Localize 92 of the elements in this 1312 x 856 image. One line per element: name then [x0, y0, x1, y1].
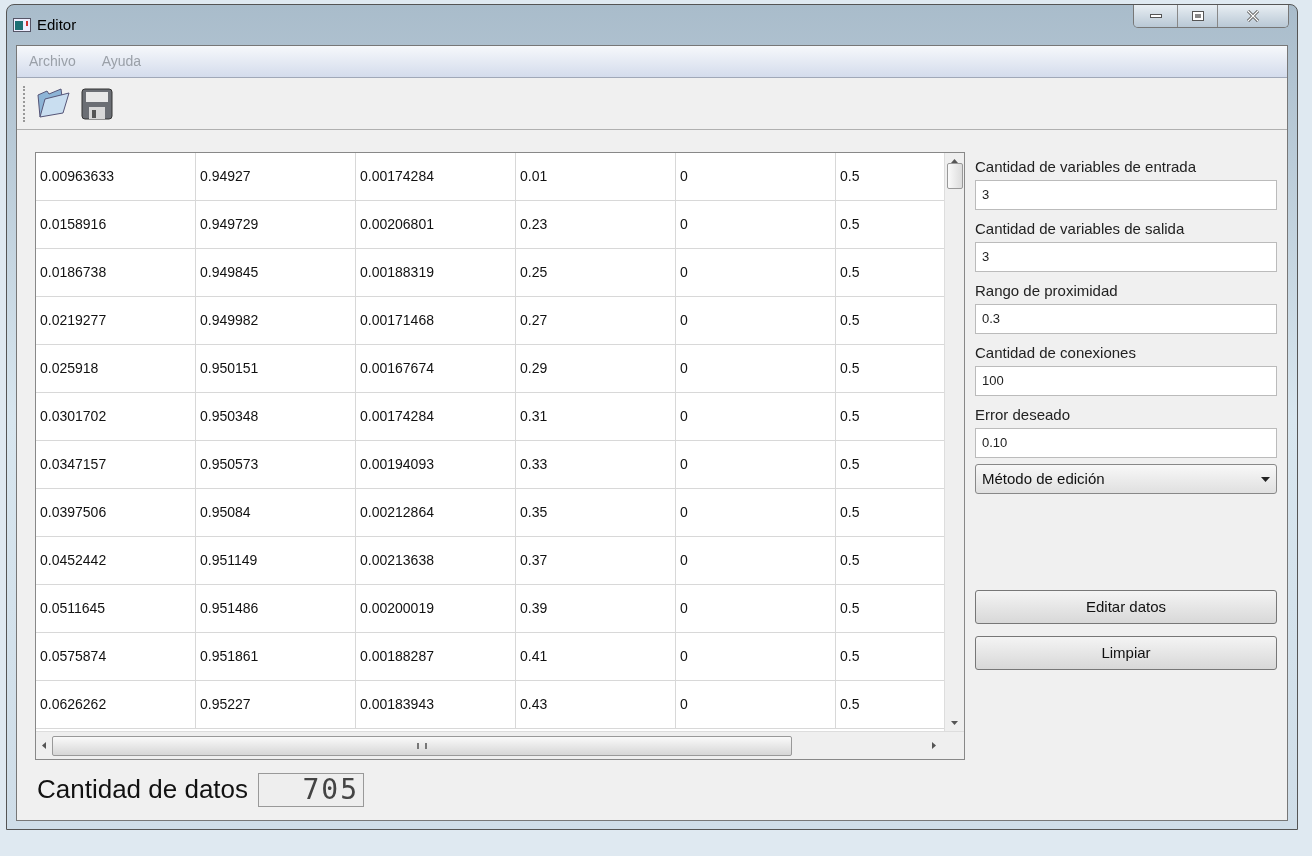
window-title: Editor [37, 14, 77, 35]
table-cell: 0.41 [516, 633, 676, 681]
action-button[interactable]: Editar datos [975, 590, 1277, 624]
input-field[interactable]: 3 [975, 242, 1277, 272]
table-cell: 0.01 [516, 153, 676, 201]
table-cell: 0.00200019 [356, 585, 516, 633]
table-cell: 0.949845 [196, 249, 356, 297]
table-cell: 0 [676, 441, 836, 489]
table-cell: 0.00212864 [356, 489, 516, 537]
table-cell: 0 [676, 249, 836, 297]
save-icon[interactable] [81, 87, 113, 120]
table-cell: 0 [676, 297, 836, 345]
input-field[interactable]: 100 [975, 366, 1277, 396]
table-cell: 0.950573 [196, 441, 356, 489]
table-cell: 0 [676, 633, 836, 681]
table-cell: 0 [676, 585, 836, 633]
table-cell: 0.0626262 [36, 681, 196, 729]
table-cell: 0.0452442 [36, 537, 196, 585]
table-cell: 0.0347157 [36, 441, 196, 489]
table-cell: 0 [676, 681, 836, 729]
table-cell: 0.00174284 [356, 393, 516, 441]
table-cell: 0.00174284 [356, 153, 516, 201]
table-cell: 0.951149 [196, 537, 356, 585]
minimize-button[interactable] [1134, 5, 1178, 27]
field-label: Rango de proximidad [975, 280, 1119, 301]
table-cell: 0.35 [516, 489, 676, 537]
table-cell: 0 [676, 489, 836, 537]
table-cell: 0.00171468 [356, 297, 516, 345]
close-icon [1246, 10, 1260, 22]
table-cell: 0.0158916 [36, 201, 196, 249]
table-cell: 0.0186738 [36, 249, 196, 297]
table-cell: 0.949729 [196, 201, 356, 249]
table-cell: 0.00194093 [356, 441, 516, 489]
input-field[interactable]: 0.10 [975, 428, 1277, 458]
table-cell: 0.00167674 [356, 345, 516, 393]
table-cell: 0.00188287 [356, 633, 516, 681]
table-cell: 0.95084 [196, 489, 356, 537]
table-cell: 0.00963633 [36, 153, 196, 201]
table-cell: 0 [676, 393, 836, 441]
table-cell: 0.951861 [196, 633, 356, 681]
table-cell: 0.94927 [196, 153, 356, 201]
table-cell: 0.43 [516, 681, 676, 729]
table-cell: 0.0301702 [36, 393, 196, 441]
lcd-counter: 705 [258, 772, 365, 807]
table-cell: 0.0219277 [36, 297, 196, 345]
table-cell: 0 [676, 153, 836, 201]
table-cell: 0 [676, 537, 836, 585]
method-dropdown[interactable]: Método de edición [975, 464, 1277, 494]
field-label: Cantidad de variables de salida [975, 218, 1186, 239]
scroll-thumb[interactable] [946, 163, 963, 189]
table-cell: 0.33 [516, 441, 676, 489]
table-cell: 0.29 [516, 345, 676, 393]
scroll-down-icon[interactable] [951, 721, 958, 725]
table-cell: 0.23 [516, 201, 676, 249]
table-cell: 0.95227 [196, 681, 356, 729]
input-field[interactable]: 0.3 [975, 304, 1277, 334]
action-button[interactable]: Limpiar [975, 636, 1277, 670]
minimize-icon [1149, 14, 1162, 18]
field-label: Cantidad de conexiones [975, 342, 1137, 363]
field-label: Error deseado [975, 404, 1072, 425]
maximize-icon [1191, 11, 1204, 21]
data-count-label: Cantidad de datos [37, 773, 249, 806]
table-cell: 0.25 [516, 249, 676, 297]
folder-icon[interactable] [35, 86, 71, 121]
table-cell: 0.0575874 [36, 633, 196, 681]
table-cell: 0.025918 [36, 345, 196, 393]
table-cell: 0.37 [516, 537, 676, 585]
input-field[interactable]: 3 [975, 180, 1277, 210]
horizontal-scrollbar[interactable] [36, 731, 964, 759]
app-icon [13, 18, 31, 32]
scroll-right-icon[interactable] [932, 742, 936, 749]
table-cell: 0.00183943 [356, 681, 516, 729]
scroll-thumb[interactable] [52, 735, 792, 756]
table-cell: 0.0511645 [36, 585, 196, 633]
table-cell: 0.0397506 [36, 489, 196, 537]
table-cell: 0.950348 [196, 393, 356, 441]
table-cell: 0.00213638 [356, 537, 516, 585]
scroll-left-icon[interactable] [42, 742, 46, 749]
vertical-scrollbar[interactable] [944, 153, 964, 731]
table-cell: 0 [676, 345, 836, 393]
table-cell: 0.949982 [196, 297, 356, 345]
table-cell: 0.39 [516, 585, 676, 633]
table-cell: 0.00188319 [356, 249, 516, 297]
table-cell: 0 [676, 201, 836, 249]
table-cell: 0.31 [516, 393, 676, 441]
table-cell: 0.00206801 [356, 201, 516, 249]
field-label: Cantidad de variables de entrada [975, 156, 1197, 177]
caret-icon [1261, 476, 1270, 482]
table-cell: 0.950151 [196, 345, 356, 393]
maximize-button[interactable] [1178, 5, 1218, 27]
table-cell: 0.951486 [196, 585, 356, 633]
table-cell: 0.27 [516, 297, 676, 345]
